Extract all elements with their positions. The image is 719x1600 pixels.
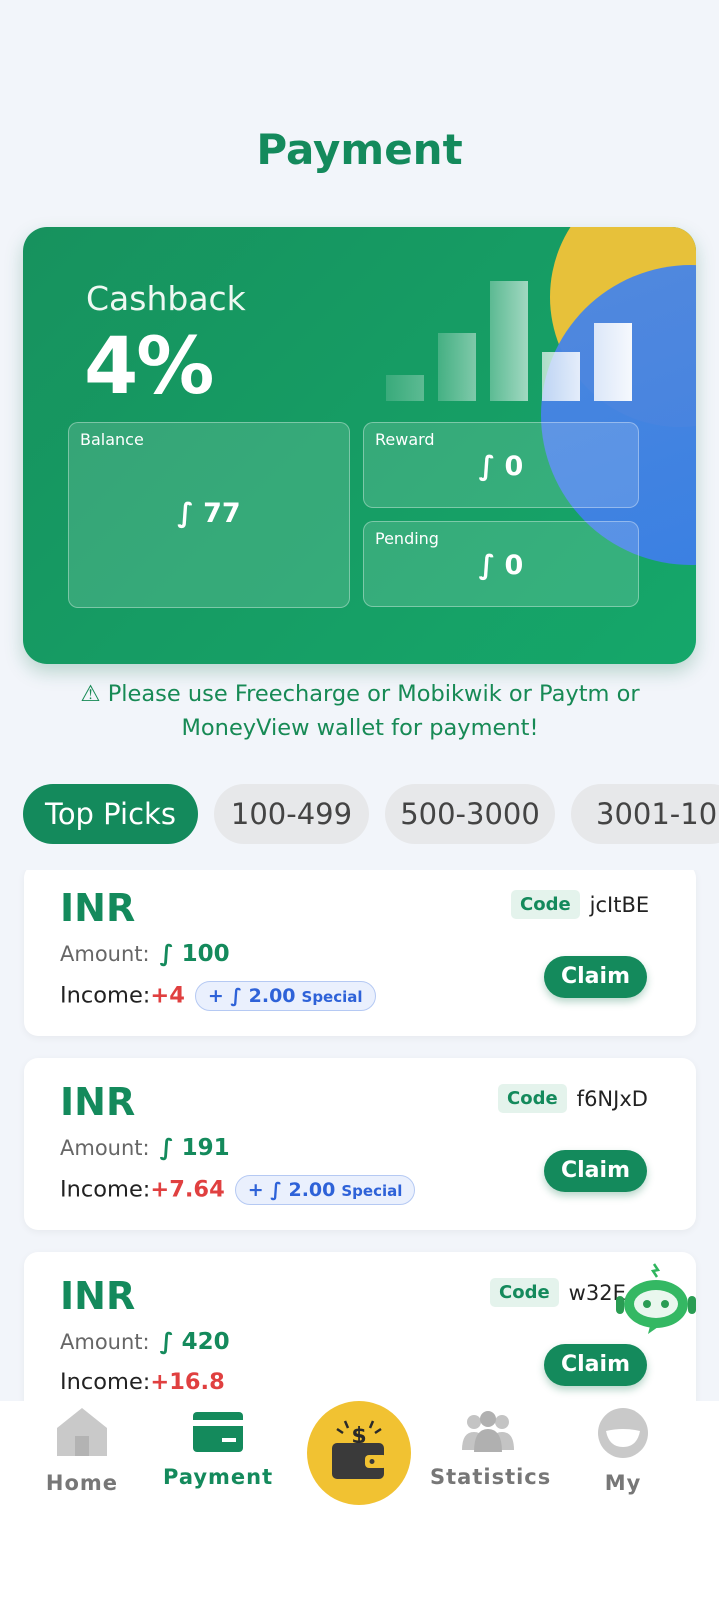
users-icon xyxy=(462,1411,514,1452)
claim-button[interactable]: Claim xyxy=(544,956,647,998)
bar-1 xyxy=(386,375,424,401)
code-tag: Code xyxy=(511,890,580,919)
tab-100-499[interactable]: 100-499 xyxy=(214,784,369,844)
claim-button[interactable]: Claim xyxy=(544,1150,647,1192)
bottom-nav: Home Payment $ Statistics My xyxy=(0,1401,719,1600)
nav-payment-label: Payment xyxy=(163,1465,274,1489)
tab-500-3000[interactable]: 500-3000 xyxy=(385,784,555,844)
balance-label: Balance xyxy=(80,430,144,449)
income-value: +16.8 xyxy=(150,1369,225,1395)
reward-label: Reward xyxy=(375,430,435,449)
page-title: Payment xyxy=(256,125,463,174)
amount-row: Amount: ∫ 191 xyxy=(60,1135,230,1161)
wallet-icon: $ xyxy=(332,1420,387,1479)
bar-3 xyxy=(490,281,528,401)
pending-label: Pending xyxy=(375,529,439,548)
nav-home[interactable]: Home xyxy=(32,1401,132,1511)
list-item: INR Code w32E Amount: ∫ 420 Income:+16.8 C… xyxy=(24,1252,696,1401)
home-icon xyxy=(57,1408,107,1456)
bar-5 xyxy=(594,323,632,401)
cashback-card: Cashback 4% Balance ∫ 77 Reward ∫ 0 Pend… xyxy=(23,227,696,664)
income-row: Income:+7.64 + ∫ 2.00 Special xyxy=(60,1175,416,1205)
code-value[interactable]: jcItBE xyxy=(590,893,649,917)
amount-value: ∫ 100 xyxy=(159,941,230,967)
amount-row: Amount: ∫ 420 xyxy=(60,1329,230,1355)
code-tag: Code xyxy=(490,1278,559,1307)
code-group: Code w32E xyxy=(490,1278,626,1307)
nav-statistics-label: Statistics xyxy=(430,1465,552,1489)
income-value: +4 xyxy=(150,982,185,1009)
balance-value: ∫ 77 xyxy=(177,498,241,529)
currency-label: INR xyxy=(60,886,136,930)
wallet-center-button[interactable]: $ xyxy=(307,1401,411,1505)
bonus-value: + ∫ 2.00 xyxy=(247,1179,336,1201)
profile-icon xyxy=(598,1408,648,1458)
code-value[interactable]: f6NJxD xyxy=(577,1087,648,1111)
amount-label: Amount: xyxy=(60,942,150,966)
amount-filter-tabs: Top Picks 100-499 500-3000 3001-10 xyxy=(23,784,719,846)
nav-statistics[interactable]: Statistics xyxy=(430,1401,552,1511)
card-icon xyxy=(193,1412,243,1452)
list-item: INR Code f6NJxD Amount: ∫ 191 Income:+7.64… xyxy=(24,1058,696,1230)
bar-chart-illustration xyxy=(386,273,642,401)
income-value: +7.64 xyxy=(150,1176,225,1203)
tab-top-picks[interactable]: Top Picks xyxy=(23,784,198,844)
currency-label: INR xyxy=(60,1274,136,1318)
code-group: Code jcItBE xyxy=(511,890,649,919)
cashback-label: Cashback xyxy=(86,279,246,318)
cashback-value: 4% xyxy=(84,322,214,412)
income-row: Income:+16.8 xyxy=(60,1369,225,1395)
amount-label: Amount: xyxy=(60,1330,150,1354)
wallet-notice: ⚠ Please use Freecharge or Mobikwik or P… xyxy=(80,681,640,741)
bonus-tag: Special xyxy=(301,988,363,1006)
bonus-value: + ∫ 2.00 xyxy=(207,985,296,1007)
claim-button[interactable]: Claim xyxy=(544,1344,647,1386)
special-bonus-badge: + ∫ 2.00 Special xyxy=(234,1175,416,1205)
nav-my-label: My xyxy=(604,1471,642,1495)
reward-value: ∫ 0 xyxy=(478,451,524,482)
income-label: Income: xyxy=(60,1369,151,1395)
bonus-tag: Special xyxy=(341,1182,403,1200)
income-label: Income: xyxy=(60,1176,151,1203)
currency-label: INR xyxy=(60,1080,136,1124)
bar-2 xyxy=(438,333,476,401)
nav-home-label: Home xyxy=(45,1471,119,1495)
amount-value: ∫ 420 xyxy=(159,1329,230,1355)
reward-box: Reward ∫ 0 xyxy=(363,422,639,508)
pending-value: ∫ 0 xyxy=(478,550,524,581)
special-bonus-badge: + ∫ 2.00 Special xyxy=(194,981,376,1011)
code-group: Code f6NJxD xyxy=(498,1084,648,1113)
tab-3001-10000[interactable]: 3001-10 xyxy=(571,784,719,844)
assistant-bot-icon[interactable] xyxy=(610,1262,702,1336)
code-tag: Code xyxy=(498,1084,567,1113)
income-label: Income: xyxy=(60,982,151,1009)
pending-box: Pending ∫ 0 xyxy=(363,521,639,607)
nav-payment[interactable]: Payment xyxy=(163,1401,273,1511)
amount-row: Amount: ∫ 100 xyxy=(60,941,230,967)
amount-label: Amount: xyxy=(60,1136,150,1160)
nav-my[interactable]: My xyxy=(580,1401,666,1511)
balance-box: Balance ∫ 77 xyxy=(68,422,350,608)
income-row: Income:+4 + ∫ 2.00 Special xyxy=(60,981,376,1011)
bar-4 xyxy=(542,352,580,401)
list-item: INR Code jcItBE Amount: ∫ 100 Income:+4 + ∫… xyxy=(24,870,696,1036)
amount-value: ∫ 191 xyxy=(159,1135,230,1161)
